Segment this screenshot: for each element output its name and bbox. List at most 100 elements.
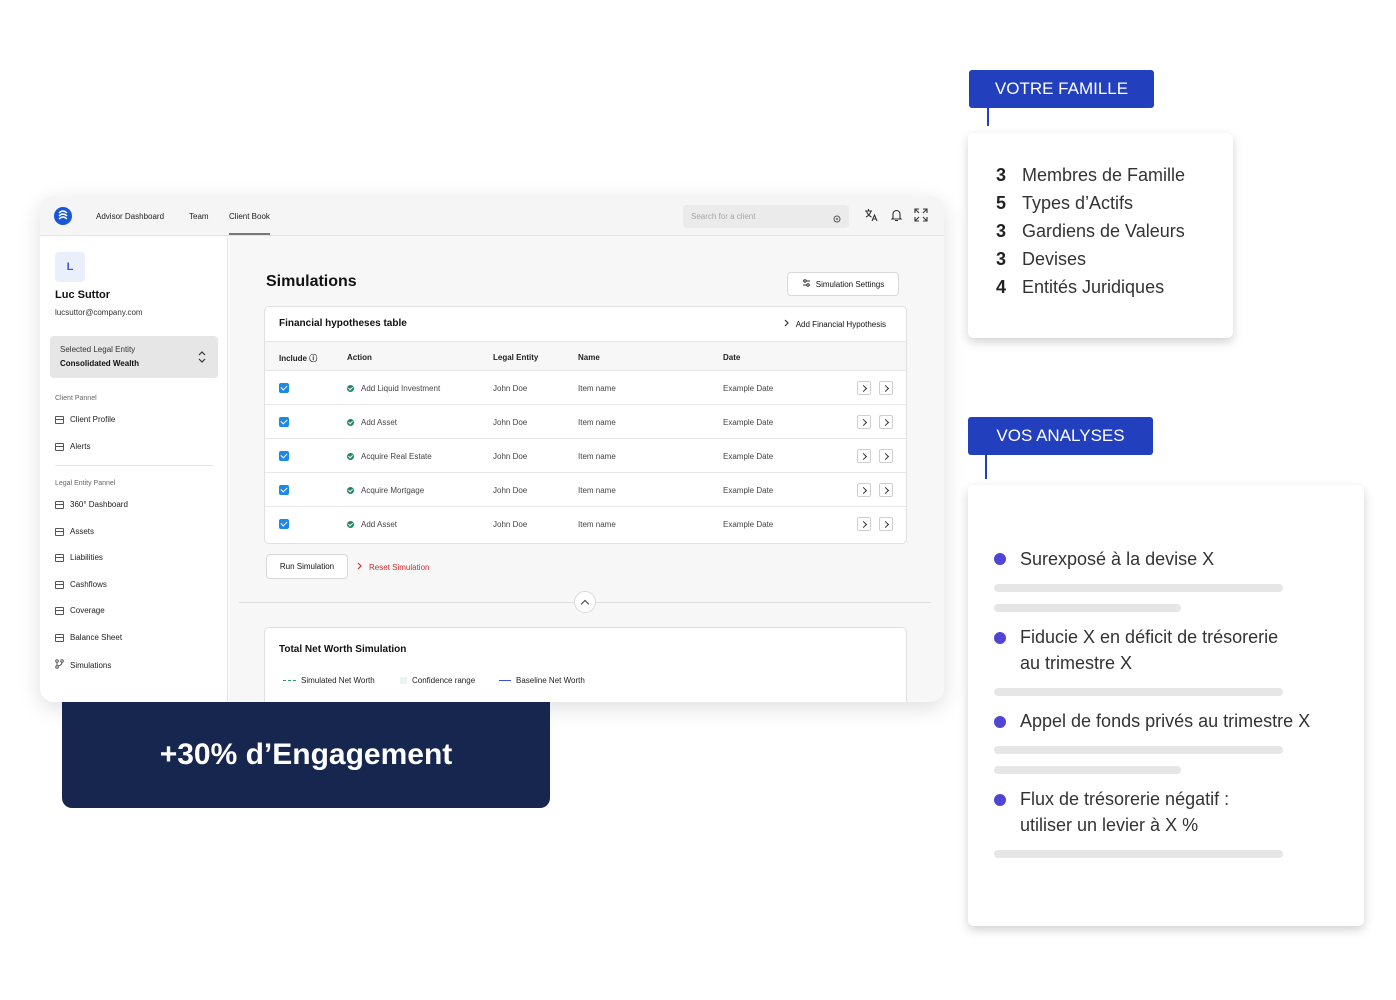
cell-legal-entity: John Doe: [493, 384, 528, 393]
chevron-right-icon: [357, 562, 363, 572]
include-checkbox[interactable]: [279, 485, 289, 495]
cell-action: Acquire Mortgage: [361, 486, 425, 495]
family-item: 4 Entités Juridiques: [996, 277, 1165, 297]
cell-name: Item name: [578, 418, 616, 427]
settings-sliders-icon: [802, 279, 811, 289]
family-panel: 3 Membres de Famille 5 Types d’Actifs 3 Gar…: [968, 133, 1233, 338]
placeholder-bar: [994, 688, 1283, 696]
row-open-button[interactable]: [879, 483, 893, 497]
row-open-button[interactable]: [879, 381, 893, 395]
nav-team[interactable]: Team: [189, 212, 209, 221]
col-legal-entity: Legal Entity: [493, 353, 539, 362]
avatar: L: [55, 252, 85, 282]
page-title: Simulations: [266, 273, 357, 290]
check-circle-icon: [347, 521, 354, 528]
sidebar-item-client-profile[interactable]: Client Profile: [55, 415, 115, 424]
check-circle-icon: [347, 487, 354, 494]
card-icon: [55, 415, 64, 424]
table-title: Financial hypotheses table: [279, 318, 407, 329]
col-action: Action: [347, 353, 372, 362]
nav-advisor-dashboard[interactable]: Advisor Dashboard: [96, 212, 164, 221]
include-checkbox[interactable]: [279, 383, 289, 393]
family-item: 5 Types d’Actifs: [996, 193, 1134, 213]
family-tag-connector: [987, 108, 989, 126]
cell-name: Item name: [578, 520, 616, 529]
analysis-item: Flux de trésorerie négatif : utiliser un …: [1020, 789, 1230, 835]
sidebar-item-coverage[interactable]: Coverage: [55, 606, 105, 615]
table-header: Include ⓘ Action Legal Entity Name Date: [265, 341, 906, 371]
sidebar-divider: [55, 465, 213, 466]
fullscreen-icon[interactable]: [914, 208, 928, 227]
col-include: Include ⓘ: [279, 354, 318, 363]
sidebar-item-cashflows[interactable]: Cashflows: [55, 580, 107, 589]
add-financial-hypothesis-button[interactable]: Add Financial Hypothesis: [784, 319, 886, 329]
include-checkbox[interactable]: [279, 451, 289, 461]
cell-action: Add Asset: [361, 520, 398, 529]
include-checkbox[interactable]: [279, 417, 289, 427]
branch-icon: [55, 659, 64, 671]
analyses-panel: Surexposé à la devise X Fiducie X en déf…: [968, 485, 1364, 926]
run-simulation-button[interactable]: Run Simulation: [266, 554, 348, 579]
legal-entity-select[interactable]: Selected Legal Entity Consolidated Wealt…: [50, 336, 218, 378]
user-name: Luc Suttor: [55, 289, 110, 301]
bullet-icon: [994, 553, 1006, 565]
info-icon: ⓘ: [309, 354, 318, 363]
card-icon: [55, 580, 64, 589]
row-expand-button[interactable]: [857, 381, 871, 395]
entity-select-value: Consolidated Wealth: [60, 359, 139, 368]
sidebar-item-simulations[interactable]: Simulations: [55, 659, 111, 671]
include-checkbox[interactable]: [279, 519, 289, 529]
row-open-button[interactable]: [879, 449, 893, 463]
nav-client-book[interactable]: Client Book: [229, 212, 270, 235]
row-expand-button[interactable]: [857, 449, 871, 463]
search-input[interactable]: [683, 205, 823, 228]
cell-legal-entity: John Doe: [493, 452, 528, 461]
app-logo-icon[interactable]: [54, 207, 72, 225]
sidebar-item-liabilities[interactable]: Liabilities: [55, 553, 103, 562]
bell-icon[interactable]: [890, 208, 903, 227]
analysis-item: Appel de fonds privés au trimestre X: [1020, 711, 1311, 731]
col-date: Date: [723, 353, 741, 362]
row-expand-button[interactable]: [857, 415, 871, 429]
card-icon: [55, 527, 64, 536]
simulation-settings-button[interactable]: Simulation Settings: [787, 272, 899, 296]
bullet-icon: [994, 716, 1006, 728]
col-name: Name: [578, 353, 600, 362]
legend-simulated: Simulated Net Worth: [283, 676, 375, 685]
analysis-item: Surexposé à la devise X: [1020, 549, 1215, 569]
cell-action: Add Liquid Investment: [361, 384, 441, 393]
legend-confidence: Confidence range: [400, 676, 475, 685]
hypotheses-table: Financial hypotheses table Add Financial…: [264, 306, 907, 544]
legend-baseline: Baseline Net Worth: [499, 676, 585, 685]
gear-icon[interactable]: [832, 211, 842, 229]
cell-name: Item name: [578, 486, 616, 495]
placeholder-bar: [994, 850, 1283, 858]
family-item: 3 Gardiens de Valeurs: [996, 221, 1185, 241]
family-item: 3 Devises: [996, 249, 1087, 269]
row-expand-button[interactable]: [857, 517, 871, 531]
family-item: 3 Membres de Famille: [996, 165, 1186, 185]
placeholder-bar: [994, 766, 1181, 774]
cell-action: Acquire Real Estate: [361, 452, 432, 461]
placeholder-bar: [994, 746, 1283, 754]
sidebar-item-balance-sheet[interactable]: Balance Sheet: [55, 633, 122, 642]
card-icon: [55, 442, 64, 451]
cell-date: Example Date: [723, 520, 774, 529]
row-expand-button[interactable]: [857, 483, 871, 497]
client-search: [683, 205, 849, 228]
family-tag: VOTRE FAMILLE: [969, 70, 1154, 108]
translate-icon[interactable]: [864, 208, 878, 227]
entity-select-label: Selected Legal Entity: [60, 345, 136, 354]
sidebar-item-alerts[interactable]: Alerts: [55, 442, 90, 451]
top-navbar: Advisor Dashboard Team Client Book: [40, 196, 944, 236]
table-row: Acquire Real Estate John Doe Item name Exam…: [265, 439, 906, 473]
reset-simulation-button[interactable]: Reset Simulation: [357, 562, 429, 572]
row-open-button[interactable]: [879, 517, 893, 531]
row-open-button[interactable]: [879, 415, 893, 429]
cell-date: Example Date: [723, 384, 774, 393]
sidebar-item-assets[interactable]: Assets: [55, 527, 94, 536]
cell-name: Item name: [578, 452, 616, 461]
chevron-right-icon: [784, 319, 790, 329]
sidebar-item-360-dashboard[interactable]: 360° Dashboard: [55, 500, 128, 509]
collapse-chevron-up-icon[interactable]: [574, 591, 596, 613]
